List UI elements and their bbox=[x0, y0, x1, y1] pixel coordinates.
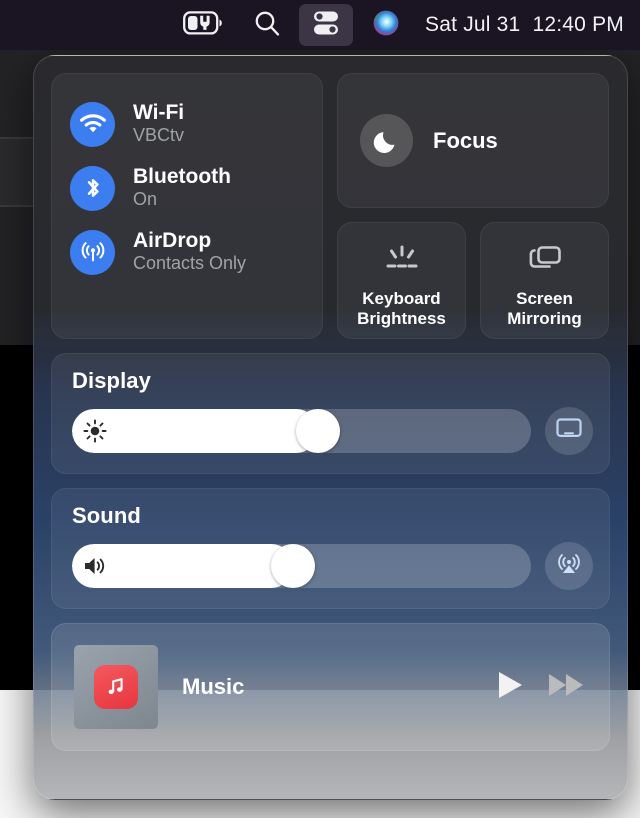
connectivity-tile: Wi-Fi VBCtv Bluetooth On AirDrop Contact… bbox=[51, 73, 323, 339]
airplay-audio-icon bbox=[554, 550, 584, 583]
siri-icon bbox=[371, 8, 401, 43]
airdrop-title: AirDrop bbox=[133, 228, 212, 252]
search-icon bbox=[253, 9, 281, 42]
music-app-icon bbox=[94, 665, 138, 709]
display-brightness-slider[interactable] bbox=[72, 409, 531, 453]
sound-tile: Sound bbox=[51, 488, 610, 609]
wifi-row[interactable]: Wi-Fi VBCtv bbox=[52, 92, 322, 156]
screen-mirroring-icon bbox=[525, 237, 565, 283]
music-tile[interactable]: Music bbox=[51, 623, 610, 751]
display-monitor-button[interactable] bbox=[545, 407, 593, 455]
moon-icon bbox=[360, 114, 413, 167]
bluetooth-icon bbox=[70, 165, 115, 211]
display-monitor-icon bbox=[555, 417, 583, 446]
bluetooth-title: Bluetooth bbox=[133, 164, 231, 188]
menu-bar-item-siri[interactable] bbox=[357, 0, 415, 50]
display-slider-fill bbox=[72, 409, 319, 453]
display-slider-knob[interactable] bbox=[296, 409, 341, 453]
keyboard-brightness-tile[interactable]: Keyboard Brightness bbox=[337, 222, 466, 339]
bluetooth-text: Bluetooth On bbox=[133, 165, 231, 211]
wifi-icon bbox=[70, 101, 115, 147]
album-art bbox=[74, 645, 158, 729]
display-slider-row bbox=[72, 407, 593, 455]
sound-slider-knob[interactable] bbox=[271, 544, 316, 588]
screen-mirroring-label: Screen Mirroring bbox=[507, 288, 582, 328]
airdrop-text: AirDrop Contacts Only bbox=[133, 229, 246, 275]
bluetooth-row[interactable]: Bluetooth On bbox=[52, 156, 322, 220]
sound-title: Sound bbox=[72, 503, 141, 528]
screen-mirroring-tile[interactable]: Screen Mirroring bbox=[480, 222, 609, 339]
keyboard-brightness-icon bbox=[379, 237, 425, 283]
wifi-subtitle: VBCtv bbox=[133, 125, 185, 146]
airdrop-row[interactable]: AirDrop Contacts Only bbox=[52, 220, 322, 284]
control-center-icon bbox=[309, 9, 343, 42]
play-button[interactable] bbox=[495, 669, 525, 706]
airplay-audio-button[interactable] bbox=[545, 542, 593, 590]
speaker-volume-icon bbox=[83, 554, 107, 578]
focus-label: Focus bbox=[433, 127, 498, 153]
keyboard-brightness-label: Keyboard Brightness bbox=[357, 288, 446, 328]
airdrop-subtitle: Contacts Only bbox=[133, 253, 247, 274]
menu-bar-clock[interactable]: Sat Jul 31 12:40 PM bbox=[415, 13, 626, 37]
airdrop-icon bbox=[70, 229, 115, 275]
menu-bar-item-battery[interactable] bbox=[169, 0, 239, 50]
menu-bar: Sat Jul 31 12:40 PM bbox=[0, 0, 640, 50]
battery-charging-icon bbox=[183, 10, 225, 41]
brightness-sun-icon bbox=[83, 419, 107, 443]
menu-bar-item-control-center[interactable] bbox=[295, 0, 357, 50]
sound-volume-slider[interactable] bbox=[72, 544, 531, 588]
wifi-title: Wi-Fi bbox=[133, 100, 185, 124]
display-title: Display bbox=[72, 368, 151, 393]
sound-slider-row bbox=[72, 542, 593, 590]
music-controls bbox=[495, 669, 587, 706]
control-center-top-row: Wi-Fi VBCtv Bluetooth On AirDrop Contact… bbox=[51, 73, 610, 339]
wifi-text: Wi-Fi VBCtv bbox=[133, 101, 184, 147]
menu-bar-item-search[interactable] bbox=[239, 0, 295, 50]
music-title: Music bbox=[182, 674, 245, 699]
focus-tile[interactable]: Focus bbox=[337, 73, 609, 208]
square-tiles-row: Keyboard Brightness Screen Mirroring bbox=[337, 222, 609, 339]
control-center-right-column: Focus Keyboard Brightness Screen Mirrori… bbox=[337, 73, 609, 339]
control-center-panel: Wi-Fi VBCtv Bluetooth On AirDrop Contact… bbox=[33, 55, 628, 800]
bluetooth-subtitle: On bbox=[133, 189, 158, 210]
fast-forward-button[interactable] bbox=[547, 670, 587, 705]
display-tile: Display bbox=[51, 353, 610, 474]
